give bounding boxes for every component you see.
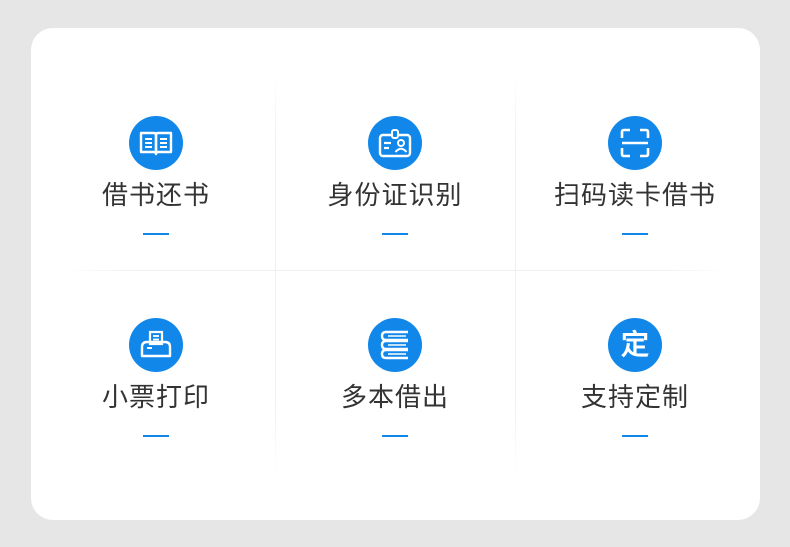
feature-label: 支持定制	[580, 383, 689, 413]
feature-underline	[622, 435, 648, 437]
custom-icon: 定	[608, 318, 662, 372]
feature-label: 多本借出	[340, 383, 449, 413]
scan-frame-icon	[608, 116, 662, 170]
features-card: 借书还书 身份证识别 扫码读卡借书 小票打印 多本借出 定 支持定制	[31, 28, 760, 520]
id-card-icon	[368, 116, 422, 170]
feature-underline	[143, 435, 169, 437]
feature-underline	[143, 233, 169, 235]
feature-label: 扫码读卡借书	[553, 181, 716, 211]
open-book-icon	[129, 116, 183, 170]
feature-customization: 定 支持定制	[515, 318, 755, 518]
book-stack-icon	[368, 318, 422, 372]
feature-receipt-printing: 小票打印	[36, 318, 276, 518]
feature-label: 身份证识别	[327, 181, 463, 211]
feature-underline	[622, 233, 648, 235]
features-grid: 借书还书 身份证识别 扫码读卡借书 小票打印 多本借出 定 支持定制	[31, 28, 760, 520]
feature-multi-borrow: 多本借出	[275, 318, 515, 518]
feature-borrow-return: 借书还书	[36, 116, 276, 316]
feature-id-card-recognition: 身份证识别	[275, 116, 515, 316]
custom-icon-glyph: 定	[620, 328, 649, 361]
feature-underline	[382, 233, 408, 235]
feature-underline	[382, 435, 408, 437]
feature-label: 借书还书	[101, 181, 210, 211]
feature-label: 小票打印	[101, 383, 210, 413]
feature-scan-card-borrow: 扫码读卡借书	[515, 116, 755, 316]
printer-icon	[129, 318, 183, 372]
